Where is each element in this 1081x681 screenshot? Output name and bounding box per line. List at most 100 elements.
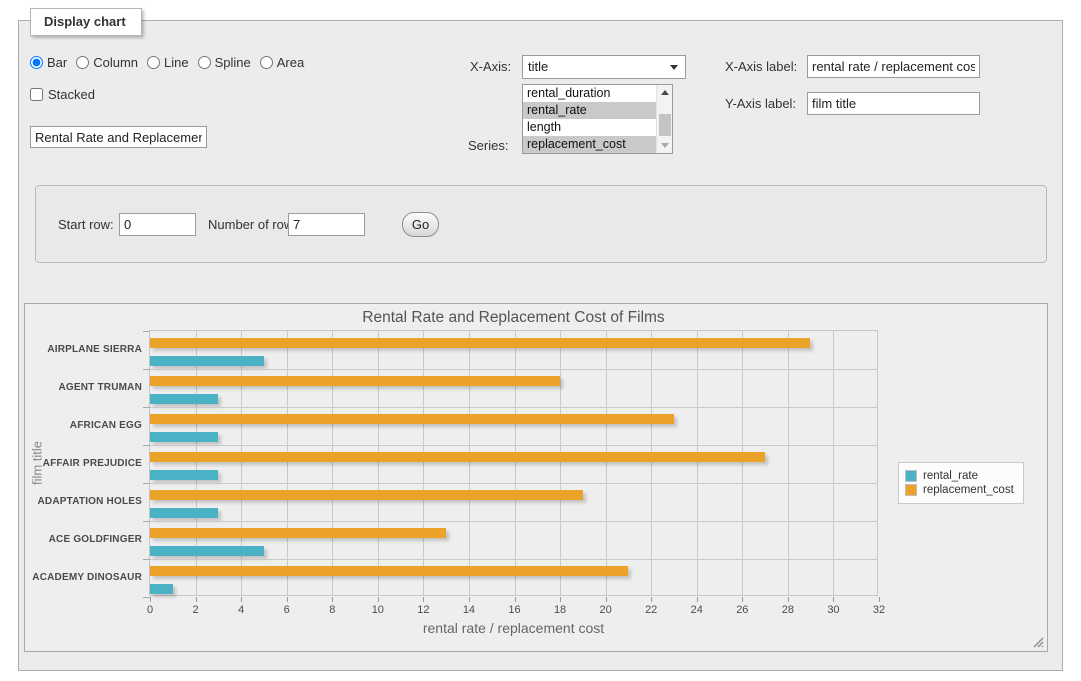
radio-column-input[interactable] (76, 56, 89, 69)
chart-legend: rental_rate replacement_cost (898, 462, 1024, 504)
x-tick-mark (287, 597, 288, 602)
radio-spline[interactable]: Spline (198, 55, 251, 70)
category-label: AFFAIR PREJUDICE (16, 458, 142, 469)
series-option-length[interactable]: length (523, 119, 672, 136)
radio-spline-label: Spline (215, 55, 251, 70)
radio-line-input[interactable] (147, 56, 160, 69)
x-tick-label: 20 (586, 604, 626, 616)
x-tick-mark (241, 597, 242, 602)
gridline-horizontal (150, 445, 877, 446)
page: Display chart Bar Column Line Spline Are… (0, 0, 1081, 681)
x-tick-mark (196, 597, 197, 602)
x-tick-label: 28 (768, 604, 808, 616)
gridline-vertical (833, 331, 834, 595)
x-tick-label: 0 (130, 604, 170, 616)
x-tick-mark (469, 597, 470, 602)
x-tick-label: 22 (631, 604, 671, 616)
x-tick-label: 14 (449, 604, 489, 616)
scroll-up-icon[interactable] (657, 85, 673, 100)
gridline-horizontal (150, 407, 877, 408)
chart-title-input[interactable] (30, 126, 207, 148)
gridline-vertical (651, 331, 652, 595)
category-label: ADAPTATION HOLES (16, 496, 142, 507)
bar-rental_rate (150, 508, 218, 518)
radio-area-input[interactable] (260, 56, 273, 69)
gridline-vertical (560, 331, 561, 595)
x-tick-mark (788, 597, 789, 602)
plot-area: 02468101214161820222426283032AIRPLANE SI… (149, 330, 878, 596)
x-tick-label: 4 (221, 604, 261, 616)
radio-bar[interactable]: Bar (30, 55, 67, 70)
bar-replacement_cost (150, 566, 628, 576)
gridline-vertical (515, 331, 516, 595)
gridline-vertical (742, 331, 743, 595)
radio-area[interactable]: Area (260, 55, 304, 70)
y-tick-mark (143, 597, 150, 598)
y-tick-mark (143, 559, 150, 560)
radio-spline-input[interactable] (198, 56, 211, 69)
scroll-down-icon[interactable] (657, 138, 673, 153)
radio-bar-input[interactable] (30, 56, 43, 69)
go-button[interactable]: Go (402, 212, 439, 237)
bar-replacement_cost (150, 528, 446, 538)
x-axis-select[interactable]: title (522, 55, 686, 79)
bar-replacement_cost (150, 376, 560, 386)
chart-title: Rental Rate and Replacement Cost of Film… (149, 309, 878, 327)
radio-column-label: Column (93, 55, 138, 70)
x-tick-label: 24 (677, 604, 717, 616)
series-listbox[interactable]: rental_duration rental_rate length repla… (522, 84, 673, 154)
listbox-scrollbar[interactable] (656, 85, 672, 153)
x-tick-label: 12 (403, 604, 443, 616)
bar-rental_rate (150, 546, 264, 556)
x-tick-mark (651, 597, 652, 602)
series-option-replacement-cost[interactable]: replacement_cost (523, 136, 672, 153)
x-tick-label: 18 (540, 604, 580, 616)
y-tick-mark (143, 369, 150, 370)
x-tick-mark (332, 597, 333, 602)
y-axis-label-label: Y-Axis label: (725, 96, 796, 111)
gridline-vertical (469, 331, 470, 595)
category-label: AGENT TRUMAN (16, 382, 142, 393)
category-label: ACE GOLDFINGER (16, 534, 142, 545)
x-tick-label: 2 (176, 604, 216, 616)
x-tick-mark (423, 597, 424, 602)
scrollbar-thumb[interactable] (659, 114, 671, 136)
bar-replacement_cost (150, 490, 583, 500)
stacked-checkbox-row[interactable]: Stacked (30, 87, 95, 102)
radio-line[interactable]: Line (147, 55, 189, 70)
chart-type-radios: Bar Column Line Spline Area (30, 55, 313, 70)
stacked-label: Stacked (48, 87, 95, 102)
series-option-rental-duration[interactable]: rental_duration (523, 85, 672, 102)
x-tick-mark (378, 597, 379, 602)
gridline-horizontal (150, 369, 877, 370)
gridline-vertical (287, 331, 288, 595)
start-row-label: Start row: (58, 217, 114, 232)
bar-rental_rate (150, 584, 173, 594)
radio-column[interactable]: Column (76, 55, 138, 70)
bar-rental_rate (150, 394, 218, 404)
stacked-checkbox[interactable] (30, 88, 43, 101)
x-tick-mark (879, 597, 880, 602)
x-tick-label: 6 (267, 604, 307, 616)
panel-title: Display chart (30, 8, 142, 36)
chart-container: Rental Rate and Replacement Cost of Film… (24, 303, 1048, 652)
y-tick-mark (143, 521, 150, 522)
x-tick-label: 16 (495, 604, 535, 616)
bar-replacement_cost (150, 414, 674, 424)
legend-label: rental_rate (923, 470, 978, 482)
radio-line-label: Line (164, 55, 189, 70)
x-tick-mark (833, 597, 834, 602)
legend-label: replacement_cost (923, 484, 1014, 496)
y-tick-mark (143, 331, 150, 332)
start-row-input[interactable] (119, 213, 196, 236)
x-tick-label: 30 (813, 604, 853, 616)
x-axis-label-input[interactable] (807, 55, 980, 78)
bar-rental_rate (150, 432, 218, 442)
radio-bar-label: Bar (47, 55, 67, 70)
y-axis-label-input[interactable] (807, 92, 980, 115)
series-option-rental-rate[interactable]: rental_rate (523, 102, 672, 119)
gridline-horizontal (150, 559, 877, 560)
resize-grip-icon[interactable] (1032, 636, 1044, 648)
number-of-rows-input[interactable] (288, 213, 365, 236)
gridline-vertical (606, 331, 607, 595)
